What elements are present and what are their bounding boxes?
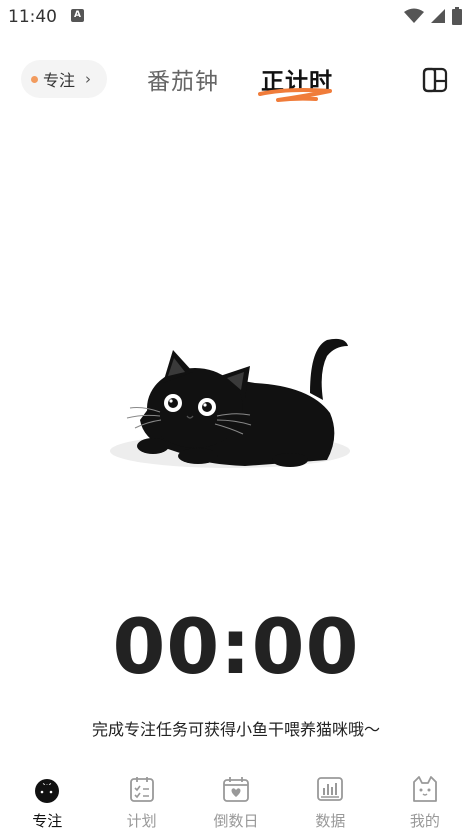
nav-item-plan[interactable]: 计划 [94,766,188,839]
nav-item-data[interactable]: 数据 [283,766,377,839]
nav-item-countdown[interactable]: 倒数日 [189,766,283,839]
nav-label-data: 数据 [315,812,346,830]
tab-pomodoro[interactable]: 番茄钟 [147,62,219,96]
focus-dot [31,75,38,83]
active-tab-underline [258,88,332,102]
calendar-heart-icon [223,777,249,802]
focus-mode-button[interactable]: 专注 › [21,60,107,98]
nav-label-profile: 我的 [409,812,440,830]
focus-label: 专注 [43,71,76,90]
cat-illustration [110,338,350,468]
cat-face-icon [412,776,437,802]
bar-chart-icon [317,777,344,801]
nav-label-focus: 专注 [32,812,63,830]
split-layout-icon [422,67,448,93]
reward-hint: 完成专注任务可获得小鱼干喂养猫咪哦～ [91,720,380,739]
status-bar: 11:40 A [0,0,472,34]
status-icons [404,7,462,25]
checklist-icon [129,777,154,802]
signal-icon [431,9,445,23]
layout-toggle-button[interactable] [422,67,448,97]
nav-label-countdown: 倒数日 [213,812,259,830]
nav-label-plan: 计划 [126,812,157,830]
notification-icon: A [71,9,84,22]
nav-item-profile[interactable]: 我的 [378,766,472,839]
nav-item-focus[interactable]: 专注 [0,766,94,839]
top-nav: 专注 › 番茄钟 正计时 [0,56,472,106]
battery-icon [452,7,462,25]
status-time: 11:40 [8,7,57,27]
chevron-right-icon: › [85,70,92,88]
wifi-icon [404,8,424,23]
tomato-icon [35,779,60,803]
timer-display: 00:00 [112,602,360,691]
bottom-nav: 专注 计划 倒数日 数据 我的 [0,766,472,839]
